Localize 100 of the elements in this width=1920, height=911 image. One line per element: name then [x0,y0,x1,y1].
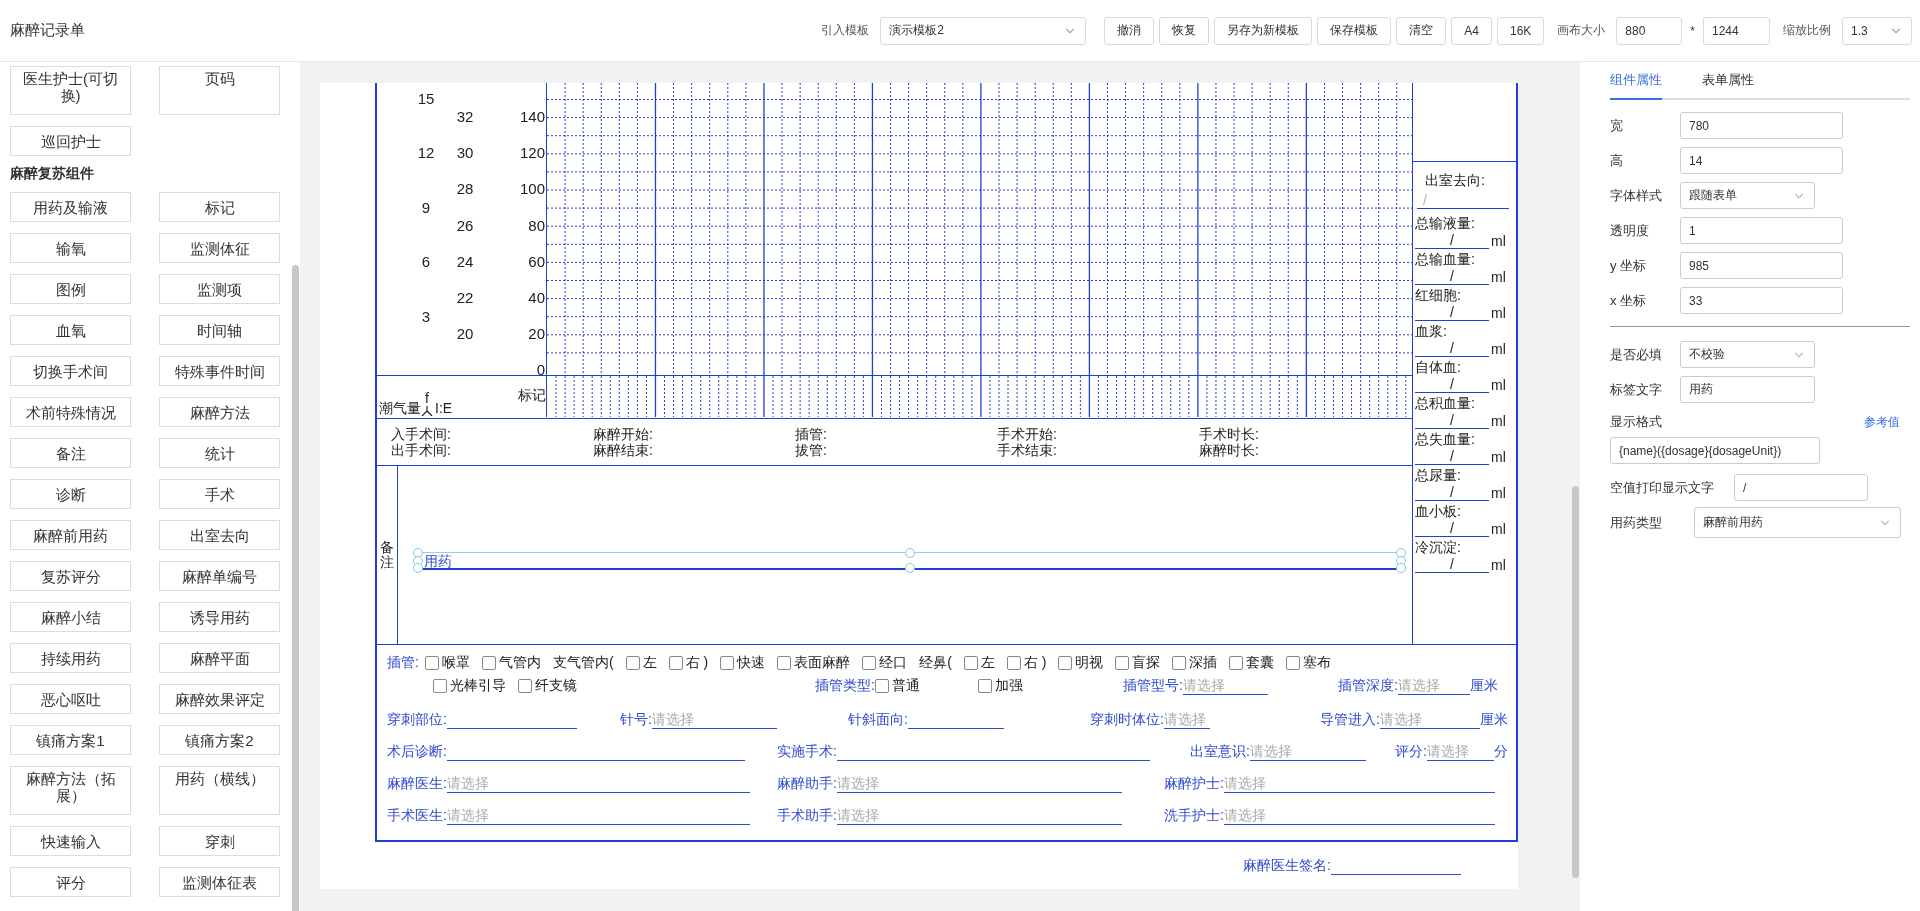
scrollbar[interactable] [1572,486,1579,878]
component-item[interactable]: 标记 [159,192,280,222]
input-field[interactable]: / [1734,474,1868,501]
checkbox[interactable] [862,656,877,670]
component-item[interactable]: 麻醉方法 [159,397,280,427]
canvas-width-input[interactable]: 880 [1616,16,1683,45]
toolbar-button[interactable]: 保存模板 [1317,16,1392,45]
fill-in-line[interactable]: / [1415,448,1489,465]
checkbox[interactable] [481,656,496,670]
component-item[interactable]: 诊断 [10,479,131,509]
component-item[interactable]: 诱导用药 [159,602,280,632]
checkbox[interactable] [963,656,978,670]
select-field[interactable]: 跟随表单 [1680,182,1815,209]
fill-in-line[interactable]: / [1415,268,1489,285]
component-item[interactable]: 评分 [10,867,131,897]
checkbox[interactable] [424,656,439,670]
fill-in-line[interactable]: / [1415,412,1489,429]
component-item[interactable]: 持续用药 [10,643,131,673]
component-item[interactable]: 复苏评分 [10,561,131,591]
select-field[interactable]: 麻醉前用药 [1694,507,1901,538]
checkbox[interactable] [1006,656,1021,670]
component-item[interactable]: 监测项 [159,274,280,304]
input-field[interactable]: {name}({dosage}{dosageUnit}) [1610,437,1820,464]
component-item[interactable]: 时间轴 [159,315,280,345]
component-item[interactable]: 特殊事件时间 [159,356,280,386]
scrollbar[interactable] [292,265,299,911]
property-label: 高 [1610,151,1624,170]
component-item[interactable]: 用药（横线） [159,766,280,815]
checkbox[interactable] [518,679,532,693]
component-item[interactable]: 穿刺 [159,826,280,856]
toolbar-button[interactable]: A4 [1451,16,1492,45]
checkbox[interactable] [1058,656,1073,670]
component-item[interactable]: 切换手术间 [10,356,131,386]
component-item[interactable]: 图例 [10,274,131,304]
component-item[interactable]: 巡回护士 [10,126,131,156]
component-item[interactable]: 医生护士(可切换) [10,66,131,115]
input-field[interactable]: 33 [1680,287,1843,314]
component-item[interactable]: 快速输入 [10,826,131,856]
total-label: 自体血: [1414,359,1462,376]
checkbox[interactable] [433,679,447,693]
fill-in-line[interactable]: / [1415,484,1489,501]
component-item[interactable]: 麻醉效果评定 [159,684,280,714]
input-field[interactable]: 用药 [1680,376,1815,403]
component-item[interactable]: 输氧 [10,233,131,263]
fill-in-line[interactable]: / [1415,340,1489,357]
component-item[interactable]: 麻醉平面 [159,643,280,673]
fill-in-line[interactable]: / [1415,556,1489,573]
select-field[interactable]: 不校验 [1680,341,1815,368]
tab[interactable]: 表单属性 [1702,71,1754,100]
input-field[interactable]: 14 [1680,147,1843,174]
checkbox[interactable] [1229,656,1244,670]
component-item[interactable]: 手术 [159,479,280,509]
component-item[interactable]: 麻醉方法（拓展） [10,766,131,815]
checkbox[interactable] [1115,656,1130,670]
input-field[interactable]: 1 [1680,217,1843,244]
checkbox[interactable] [720,656,735,670]
component-item[interactable]: 出室去向 [159,520,280,550]
component-item[interactable]: 麻醉单编号 [159,561,280,591]
zoom-select[interactable]: 1.3 [1842,16,1912,45]
checkbox[interactable] [668,656,683,670]
fill-in-line[interactable]: / [1415,520,1489,537]
toolbar-button[interactable]: 撤消 [1104,16,1155,45]
component-item[interactable]: 监测体征 [159,233,280,263]
checkbox[interactable] [1286,656,1301,670]
component-item[interactable]: 镇痛方案1 [10,725,131,755]
component-item[interactable]: 监测体征表 [159,867,280,897]
axis-label: 60 [528,252,545,271]
fill-in-line[interactable]: / [1415,376,1489,393]
checkbox[interactable] [625,656,640,670]
toolbar-button[interactable]: 恢复 [1159,16,1210,45]
canvas-height-input[interactable]: 1244 [1703,16,1770,45]
input-field[interactable]: 985 [1680,252,1843,279]
toolbar-button[interactable]: 清空 [1396,16,1447,45]
component-item[interactable]: 恶心呕吐 [10,684,131,714]
component-item[interactable]: 用药及输液 [10,192,131,222]
toolbar-button[interactable]: 16K [1496,16,1545,45]
input-field[interactable]: 780 [1680,112,1843,139]
component-item[interactable]: 统计 [159,438,280,468]
checkbox[interactable] [977,679,992,693]
total-label: 总输血量: [1414,251,1476,268]
fill-in-line[interactable]: / [1415,232,1489,249]
component-item[interactable]: 麻醉前用药 [10,520,131,550]
checkbox[interactable] [874,679,889,693]
component-item[interactable]: 麻醉小结 [10,602,131,632]
resize-handle[interactable] [904,548,915,558]
component-item[interactable]: 镇痛方案2 [159,725,280,755]
toolbar-button[interactable]: 另存为新模板 [1214,16,1313,45]
resize-handle[interactable] [904,563,915,573]
component-item[interactable]: 备注 [10,438,131,468]
component-item[interactable]: 术前特殊情况 [10,397,131,427]
component-item[interactable]: 页码 [159,66,280,115]
fill-in-line[interactable]: / [1415,304,1489,321]
checkbox[interactable] [777,656,792,670]
component-item[interactable]: 血氧 [10,315,131,345]
total-label: 总失血量: [1414,431,1476,448]
template-select[interactable]: 演示模板2 [880,16,1087,45]
checkbox[interactable] [1172,656,1187,670]
tab[interactable]: 组件属性 [1610,71,1662,100]
total-label: 冷沉淀: [1414,539,1462,556]
reference-link[interactable]: 参考值 [1864,413,1900,431]
